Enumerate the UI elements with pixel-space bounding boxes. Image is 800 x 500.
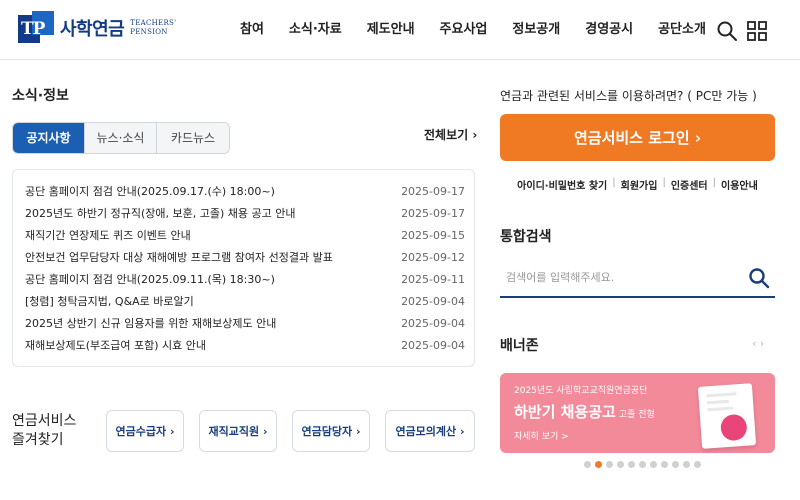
banner-dot[interactable] <box>617 461 624 468</box>
signup-link[interactable]: 회원가입 <box>621 177 658 192</box>
nav-item-news-data[interactable]: 소식·자료 <box>289 18 342 37</box>
nav-item-about[interactable]: 공단소개 <box>658 18 706 37</box>
banner-dot[interactable] <box>672 461 679 468</box>
news-date: 2025-09-04 <box>401 338 465 352</box>
recruitment-banner[interactable]: 2025년도 사립학교교직원연금공단 하반기 채용공고 고졸 전형 자세히 보기 … <box>500 373 775 453</box>
tab-card-news[interactable]: 카드뉴스 <box>157 123 229 153</box>
view-all-link[interactable]: 전체보기 › <box>424 126 477 143</box>
banner-more-link[interactable]: 자세히 보기 > <box>514 429 569 442</box>
favorites-label: 연금서비스 즐겨찾기 <box>12 413 77 448</box>
search-input[interactable] <box>506 266 736 288</box>
chevron-right-icon: › <box>169 424 175 438</box>
news-date: 2025-09-17 <box>401 184 465 198</box>
pension-service-login-button[interactable]: 연금서비스 로그인 › <box>500 114 775 161</box>
tab-news[interactable]: 뉴스·소식 <box>85 123 157 153</box>
main-nav: 참여 소식·자료 제도안내 주요사업 정보공개 경영공시 공단소개 <box>240 18 706 37</box>
news-title: 재직기간 연장제도 퀴즈 이벤트 안내 <box>25 229 191 242</box>
site-header: TP 사학연금 TEACHERS' PENSION 참여 소식·자료 제도안내 … <box>0 0 800 60</box>
news-date: 2025-09-11 <box>401 272 465 286</box>
news-title: 안전보건 업무담당자 대상 재해예방 프로그램 참여자 선정결과 발표 <box>25 251 333 264</box>
nav-item-system-guide[interactable]: 제도안내 <box>367 18 415 37</box>
news-title: 2025년도 하반기 정규직(장애, 보훈, 고졸) 채용 공고 안내 <box>25 207 296 220</box>
banner-dot[interactable] <box>628 461 635 468</box>
news-title: [청렴] 청탁금지법, Q&A로 바로알기 <box>25 295 194 308</box>
banner-dot[interactable] <box>650 461 657 468</box>
search-icon[interactable] <box>716 20 738 42</box>
list-item[interactable]: [청렴] 청탁금지법, Q&A로 바로알기 2025-09-04 <box>25 290 465 312</box>
banner-nav-arrows[interactable]: ‹ › <box>752 337 764 350</box>
grid-menu-icon[interactable] <box>746 20 768 42</box>
news-title: 공단 홈페이지 점검 안내(2025.09.17.(수) 18:00~) <box>25 185 275 198</box>
chevron-right-icon: › <box>262 424 268 438</box>
banner-dot[interactable] <box>683 461 690 468</box>
list-item[interactable]: 재해보상제도(부조급여 포함) 시효 안내 2025-09-04 <box>25 334 465 356</box>
logo-english: TEACHERS' PENSION <box>130 19 177 36</box>
banner-dot[interactable] <box>661 461 668 468</box>
search-section-title: 통합검색 <box>500 229 552 245</box>
list-item[interactable]: 2025년도 하반기 정규직(장애, 보훈, 고졸) 채용 공고 안내 2025… <box>25 202 465 224</box>
account-links: 아이디·비밀번호 찾기 | 회원가입 | 인증센터 | 이용안내 <box>500 177 775 192</box>
favorite-active-staff-button[interactable]: 재직교직원 › <box>199 410 277 452</box>
logo-mark: TP <box>18 11 54 45</box>
banner-dot[interactable] <box>694 461 701 468</box>
chevron-right-icon: › <box>355 424 361 438</box>
news-title: 2025년 상반기 신규 임용자를 위한 재해보상제도 안내 <box>25 317 277 330</box>
chevron-right-icon: › <box>460 424 465 438</box>
divider: | <box>712 177 717 188</box>
list-item[interactable]: 재직기간 연장제도 퀴즈 이벤트 안내 2025-09-15 <box>25 224 465 246</box>
tab-notices[interactable]: 공지사항 <box>13 123 85 153</box>
document-illustration <box>697 383 757 449</box>
banner-headline: 하반기 채용공고 고졸 전형 <box>514 403 655 421</box>
nav-item-info-disclosure[interactable]: 정보공개 <box>512 18 560 37</box>
integrated-search <box>500 258 775 298</box>
banner-pagination <box>584 461 705 468</box>
news-title: 재해보상제도(부조급여 포함) 시효 안내 <box>25 339 206 352</box>
search-icon[interactable] <box>748 267 770 289</box>
favorite-pension-recipient-button[interactable]: 연금수급자 › <box>106 410 184 452</box>
nav-item-main-business[interactable]: 주요사업 <box>440 18 488 37</box>
news-title: 공단 홈페이지 점검 안내(2025.09.11.(목) 18:30~) <box>25 273 275 286</box>
divider: | <box>662 177 666 188</box>
logo-name: 사학연금 <box>60 19 125 40</box>
nav-item-participation[interactable]: 참여 <box>240 18 264 37</box>
site-logo[interactable]: TP 사학연금 TEACHERS' PENSION <box>18 10 176 46</box>
list-item[interactable]: 공단 홈페이지 점검 안내(2025.09.17.(수) 18:00~) 202… <box>25 180 465 202</box>
news-section-title: 소식·정보 <box>12 88 69 104</box>
nav-item-management-disclosure[interactable]: 경영공시 <box>585 18 633 37</box>
banner-subtitle: 2025년도 사립학교교직원연금공단 <box>514 386 648 396</box>
news-date: 2025-09-04 <box>401 294 465 308</box>
news-date: 2025-09-04 <box>401 316 465 330</box>
news-tabs: 공지사항 뉴스·소식 카드뉴스 <box>12 122 230 154</box>
cert-center-link[interactable]: 인증센터 <box>671 177 708 192</box>
banner-section-title: 배너존 <box>500 338 539 354</box>
favorite-pension-simulation-button[interactable]: 연금모의계산 › <box>385 410 475 452</box>
news-date: 2025-09-12 <box>401 250 465 264</box>
service-intro-text: 연금과 관련된 서비스를 이용하려면? ( PC만 가능 ) <box>500 89 757 103</box>
banner-dot[interactable] <box>584 461 591 468</box>
banner-dot[interactable] <box>639 461 646 468</box>
favorite-pension-manager-button[interactable]: 연금담당자 › <box>292 410 370 452</box>
list-item[interactable]: 안전보건 업무담당자 대상 재해예방 프로그램 참여자 선정결과 발표 2025… <box>25 246 465 268</box>
list-item[interactable]: 공단 홈페이지 점검 안내(2025.09.11.(목) 18:30~) 202… <box>25 268 465 290</box>
news-date: 2025-09-15 <box>401 228 465 242</box>
news-date: 2025-09-17 <box>401 206 465 220</box>
find-id-password-link[interactable]: 아이디·비밀번호 찾기 <box>517 177 607 192</box>
banner-dot[interactable] <box>606 461 613 468</box>
divider: | <box>612 177 616 188</box>
list-item[interactable]: 2025년 상반기 신규 임용자를 위한 재해보상제도 안내 2025-09-0… <box>25 312 465 334</box>
news-list: 공단 홈페이지 점검 안내(2025.09.17.(수) 18:00~) 202… <box>12 169 475 367</box>
chevron-right-icon: › <box>472 128 478 142</box>
banner-dot-active[interactable] <box>595 461 602 468</box>
chevron-right-icon: › <box>694 128 702 147</box>
usage-guide-link[interactable]: 이용안내 <box>721 177 758 192</box>
